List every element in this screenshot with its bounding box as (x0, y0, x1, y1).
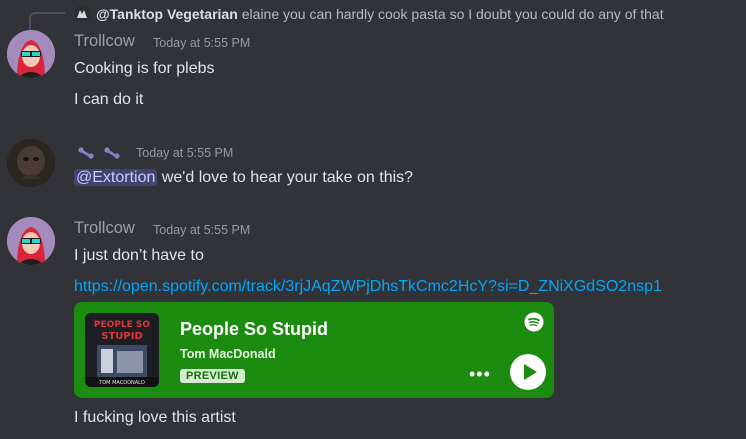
spotify-icon[interactable] (524, 312, 544, 332)
message-username[interactable]: Trollcow (74, 219, 135, 238)
cover-title-text: PEOPLE SO (94, 320, 150, 330)
message-text: Cooking is for plebs (74, 60, 215, 77)
svg-text:STUPID: STUPID (101, 331, 143, 342)
more-options-icon[interactable]: ••• (469, 364, 491, 385)
message-timestamp: Today at 5:55 PM (153, 223, 251, 237)
preview-badge: PREVIEW (180, 369, 245, 383)
avatar[interactable] (7, 217, 55, 265)
avatar[interactable] (7, 139, 55, 187)
spotify-embed[interactable]: PEOPLE SO STUPID TOM MACDONALD People So… (74, 302, 554, 398)
message-text: I just don’t have to (74, 247, 204, 264)
message-text: I fucking love this artist (74, 409, 236, 426)
reply-avatar-icon[interactable] (74, 6, 90, 22)
cover-credit-text: TOM MACDONALD (98, 380, 145, 386)
message-text: @Extortion we'd love to hear your take o… (74, 169, 413, 187)
reply-text[interactable]: elaine you can hardly cook pasta so I do… (242, 6, 664, 22)
message-username[interactable]: Trollcow (74, 32, 135, 51)
track-artist[interactable]: Tom MacDonald (180, 347, 276, 361)
album-cover[interactable]: PEOPLE SO STUPID TOM MACDONALD (85, 313, 159, 387)
reply-username[interactable]: @Tanktop Vegetarian (96, 6, 238, 22)
message-body: we'd love to hear your take on this? (157, 169, 414, 186)
message-timestamp: Today at 5:55 PM (153, 36, 251, 50)
username-glyphs-icon[interactable] (77, 144, 125, 162)
track-title[interactable]: People So Stupid (180, 319, 328, 340)
message-text: I can do it (74, 91, 144, 108)
reply-spine (29, 12, 65, 30)
reply-preview[interactable]: @Tanktop Vegetarian elaine you can hardl… (74, 3, 664, 25)
play-icon (524, 364, 537, 380)
play-button[interactable] (510, 354, 546, 390)
user-mention[interactable]: @Extortion (74, 169, 158, 186)
message-timestamp: Today at 5:55 PM (136, 146, 234, 160)
avatar[interactable] (7, 30, 55, 78)
spotify-link[interactable]: https://open.spotify.com/track/3rjJAqZWP… (74, 278, 746, 296)
